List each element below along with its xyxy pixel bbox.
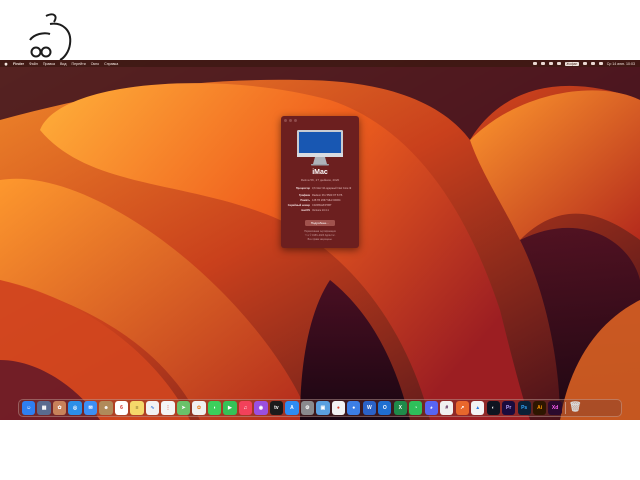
podcasts-icon[interactable]: ◉ <box>254 401 268 415</box>
about-this-mac-window: iMac Retina 5K, 27 дюймов, 2020 Процессо… <box>281 116 359 248</box>
tv-icon[interactable]: tv <box>269 401 284 415</box>
excel-icon[interactable]: X <box>393 401 407 415</box>
menu-app-name[interactable]: Finder <box>13 62 24 66</box>
photos-alt-icon[interactable]: ✿ <box>52 401 67 415</box>
system-settings-icon[interactable]: ⚙ <box>300 401 315 415</box>
menu-edit[interactable]: Правка <box>43 62 55 66</box>
chrome-icon[interactable]: ● <box>331 401 345 415</box>
model-subtitle: Retina 5K, 27 дюймов, 2020 <box>300 178 340 182</box>
freeform-icon[interactable]: ∿ <box>145 401 160 415</box>
menu-go[interactable]: Перейти <box>71 62 85 66</box>
spec-row: macOS Ventura 13.4.1 <box>284 209 356 212</box>
finder-icon[interactable]: ☺ <box>22 401 36 415</box>
illustrator-icon[interactable]: Ai <box>532 401 547 415</box>
model-name: iMac <box>312 169 328 176</box>
app-store-icon[interactable]: A <box>285 401 299 415</box>
apple-logo-icon <box>29 13 72 61</box>
spec-key: Серийный номер <box>287 204 310 207</box>
menu-file[interactable]: Файл <box>29 62 38 66</box>
outlook-icon[interactable]: O <box>378 401 392 415</box>
google-ads-icon[interactable]: ▲ <box>471 401 485 415</box>
music-icon[interactable]: ♫ <box>238 401 253 415</box>
calendar-icon[interactable]: 6 <box>114 401 129 415</box>
spec-key: Графика <box>298 194 310 197</box>
notes-icon[interactable]: ≡ <box>130 401 144 415</box>
reminders-icon[interactable]: ⋮ <box>161 401 175 415</box>
launchpad-icon[interactable]: ▦ <box>37 401 51 415</box>
more-info-button[interactable]: Подробнее… <box>305 220 335 226</box>
dock-separator <box>564 402 566 414</box>
zoom-window-button[interactable] <box>294 119 297 122</box>
illustrator-clone-icon[interactable]: ↗ <box>455 401 469 415</box>
spec-row: Память 128 ГБ 2667 MHz DDR4 <box>284 199 356 202</box>
desktop-screen: Finder Файл Правка Вид Перейти Окно Спра… <box>0 60 640 420</box>
trash-icon[interactable]: 🗑 <box>569 401 582 414</box>
spec-row: Серийный номер C02D5H2FPN5T <box>284 204 356 207</box>
menu-clock[interactable]: Ср 14 июн. 10:03 <box>607 62 635 66</box>
discord-icon[interactable]: ◕ <box>424 401 438 415</box>
rights-line: Все права защищены. <box>307 238 333 241</box>
facetime-icon[interactable]: ▶ <box>223 401 237 415</box>
copyright-line: ™ и © 1983–2023 Apple Inc. <box>304 234 336 237</box>
spec-value: C02D5H2FPN5T <box>312 204 332 207</box>
apple-menu-icon[interactable] <box>4 62 8 66</box>
status-icon-1[interactable] <box>532 62 537 65</box>
imac-icon <box>297 130 343 166</box>
status-icon-4[interactable] <box>556 62 561 65</box>
close-window-button[interactable] <box>284 119 287 122</box>
zoom-cam-icon[interactable]: ◐ <box>486 401 500 415</box>
chrome-2-icon[interactable]: ● <box>347 401 361 415</box>
spec-row: Процессор 3,6 GHz 10-ядерный Intel Core … <box>284 187 356 190</box>
minimize-window-button[interactable] <box>289 119 292 122</box>
xd-icon[interactable]: Xd <box>548 401 562 415</box>
premiere-pro-icon[interactable]: Pr <box>502 401 516 415</box>
spec-key: Память <box>300 199 310 202</box>
status-icon-3[interactable] <box>548 62 553 65</box>
messages-icon[interactable]: ◖ <box>207 401 222 415</box>
menu-view[interactable]: Вид <box>60 62 67 66</box>
menu-window[interactable]: Окно <box>91 62 99 66</box>
window-controls <box>284 119 297 122</box>
spec-key: macOS <box>301 209 310 212</box>
status-icon-2[interactable] <box>540 62 545 65</box>
contacts-icon[interactable]: ☻ <box>99 401 113 415</box>
photoshop-icon[interactable]: Ps <box>517 401 531 415</box>
safari-icon[interactable]: ◎ <box>68 401 82 415</box>
control-center-icon[interactable] <box>598 62 603 65</box>
word-icon[interactable]: W <box>362 401 376 415</box>
maps-icon[interactable]: ➤ <box>176 401 191 415</box>
spec-value: 3,6 GHz 10-ядерный Intel Core i9 <box>312 187 352 190</box>
dock: ☺ ▦ ✿ ◎ ✉ ☻ 6 ≡ ∿ ⋮ ➤ ✿ ◖ ▶ ♫ ◉ tv A ⚙ ▣ ● ● W O X ◔ ◕ # ↗ ▲ ◐ Pr Ps Ai Xd… <box>18 399 622 417</box>
keyboard-layout-indicator[interactable]: Жофан <box>564 61 579 66</box>
spec-value: 128 ГБ 2667 MHz DDR4 <box>312 199 341 202</box>
menu-help[interactable]: Справка <box>104 62 118 66</box>
spec-row: Графика Radeon Pro 5500 XT 8 ГБ <box>284 194 356 197</box>
spec-value: Ventura 13.4.1 <box>312 209 329 212</box>
mail-icon[interactable]: ✉ <box>83 401 98 415</box>
spec-key: Процессор <box>295 187 310 190</box>
regulatory-link[interactable]: Нормативная сертификация <box>285 230 355 233</box>
menu-bar: Finder Файл Правка Вид Перейти Окно Спра… <box>0 60 640 67</box>
photos-icon[interactable]: ✿ <box>192 401 206 415</box>
preview-icon[interactable]: ▣ <box>316 401 330 415</box>
whatsapp-icon[interactable]: ◔ <box>409 401 423 415</box>
wifi-icon[interactable] <box>582 62 587 65</box>
battery-icon[interactable] <box>590 62 595 65</box>
slack-icon[interactable]: # <box>440 401 454 415</box>
spec-value: Radeon Pro 5500 XT 8 ГБ <box>312 194 343 197</box>
